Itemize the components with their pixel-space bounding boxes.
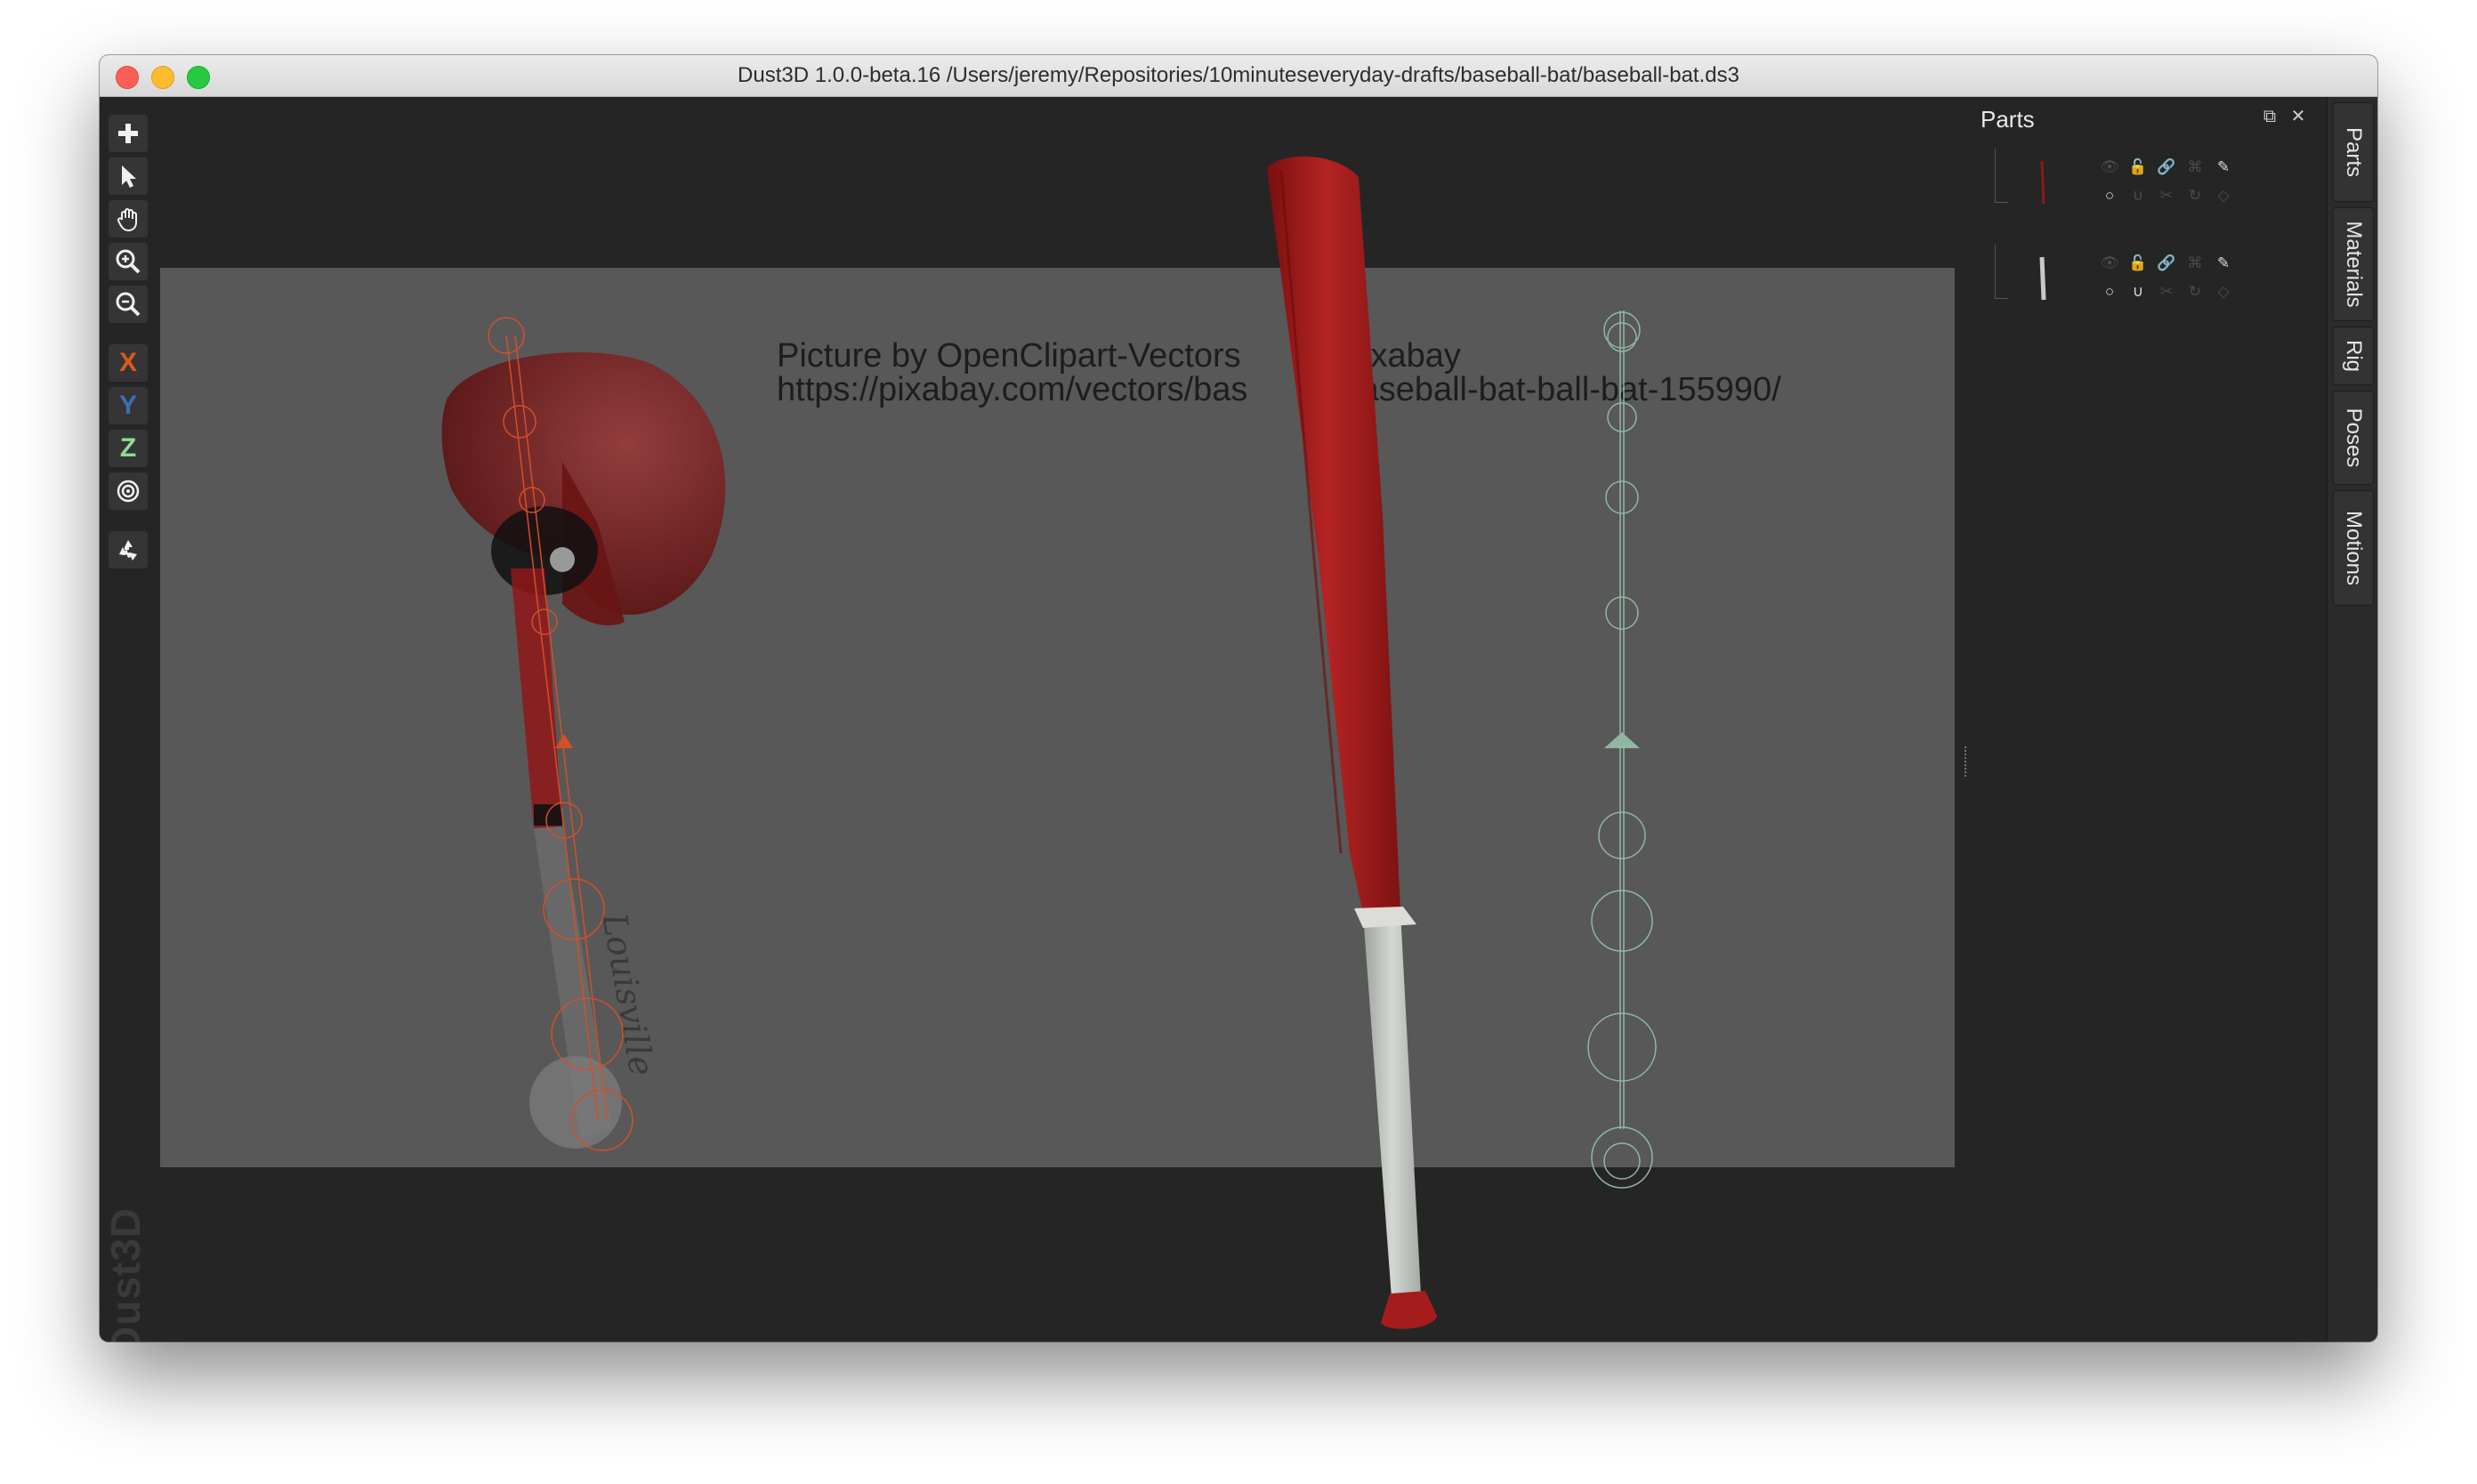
bat-model[interactable] (1267, 156, 1437, 1329)
ref-bat: Louisville (511, 569, 662, 1149)
eye-icon[interactable]: 👁 (2100, 157, 2119, 177)
x-axis-button[interactable]: X (109, 344, 148, 382)
parts-panel-title: Parts (1981, 106, 2035, 133)
drag-button[interactable] (109, 200, 148, 238)
float-window-icon[interactable]: ⧉ (2261, 108, 2279, 125)
tree-line (1995, 245, 2008, 299)
part-thumbnail (2040, 160, 2045, 205)
zoom-out-button[interactable] (109, 286, 148, 323)
app-window: Dust3D 1.0.0-beta.16 /Users/jeremy/Repos… (100, 55, 2377, 1342)
radius-lock-button[interactable] (109, 472, 148, 510)
subdivide-icon[interactable]: ⌘ (2185, 254, 2205, 273)
regenerate-button[interactable] (109, 531, 148, 569)
color-picker-icon[interactable]: ✎ (2214, 157, 2233, 177)
lock-icon[interactable]: 🔓 (2128, 157, 2148, 177)
hand-icon (117, 208, 137, 232)
rotate-icon[interactable]: ↻ (2185, 186, 2205, 206)
tab-materials[interactable]: Materials (2333, 207, 2374, 321)
zoom-in-icon (116, 249, 141, 274)
tree-line (1995, 149, 2008, 203)
recycle-icon (119, 540, 137, 561)
svg-text:Louisville: Louisville (594, 909, 662, 1078)
pointer-icon (122, 165, 136, 188)
part-thumbnail (2039, 256, 2046, 301)
scissors-icon[interactable]: ✂ (2157, 282, 2176, 302)
z-axis-button[interactable]: Z (109, 430, 148, 467)
link-icon[interactable]: 🔗 (2157, 254, 2176, 273)
circle-icon[interactable]: ○ (2100, 282, 2119, 302)
subdivide-icon[interactable]: ⌘ (2185, 157, 2205, 177)
parts-panel: Parts ⧉ ✕ 👁 🔓 🔗 ⌘ ✎ ○ ∪ ✂ ↻ ◇ 👁 🔓 🔗 ⌘ ✎ … (1959, 97, 2377, 1342)
tab-motions[interactable]: Motions (2333, 490, 2374, 606)
layer-icon[interactable]: ◇ (2214, 186, 2233, 206)
add-button[interactable] (109, 115, 148, 152)
tab-parts[interactable]: Parts (2333, 102, 2374, 202)
lock-icon[interactable]: 🔓 (2128, 254, 2148, 273)
part-item[interactable]: 👁 🔓 🔗 ⌘ ✎ ○ ∪ ✂ ↻ ◇ (1995, 149, 2230, 220)
zoom-out-icon (116, 292, 141, 317)
side-tab-bar: Parts Materials Rig Poses Motions (2327, 97, 2377, 1342)
window-title: Dust3D 1.0.0-beta.16 /Users/jeremy/Repos… (738, 63, 1739, 87)
magnet-icon[interactable]: ∪ (2128, 282, 2148, 302)
rotate-icon[interactable]: ↻ (2185, 282, 2205, 302)
dust3d-watermark: Dust3D (102, 1206, 149, 1342)
main-content: Picture by OpenClipart-Vectors Pixabay ht… (100, 97, 2377, 1342)
select-button[interactable] (109, 157, 148, 195)
zoom-in-button[interactable] (109, 243, 148, 280)
tab-rig[interactable]: Rig (2333, 327, 2374, 385)
part-item[interactable]: 👁 🔓 🔗 ⌘ ✎ ○ ∪ ✂ ↻ ◇ (1995, 245, 2230, 316)
close-icon[interactable]: ✕ (2289, 108, 2307, 125)
tab-poses[interactable]: Poses (2333, 391, 2374, 485)
color-picker-icon[interactable]: ✎ (2214, 254, 2233, 273)
link-icon[interactable]: 🔗 (2157, 157, 2176, 177)
circle-icon[interactable]: ○ (2100, 186, 2119, 206)
scissors-icon[interactable]: ✂ (2157, 186, 2176, 206)
ref-helmet (441, 352, 726, 625)
magnet-icon[interactable]: ∪ (2128, 186, 2148, 206)
plus-icon (118, 124, 138, 143)
eye-icon[interactable]: 👁 (2100, 254, 2119, 273)
layer-icon[interactable]: ◇ (2214, 282, 2233, 302)
title-bar: Dust3D 1.0.0-beta.16 /Users/jeremy/Repos… (100, 55, 2377, 97)
radius-lock-icon (117, 480, 140, 503)
y-axis-button[interactable]: Y (109, 387, 148, 424)
side-nodes (1587, 311, 1657, 1189)
